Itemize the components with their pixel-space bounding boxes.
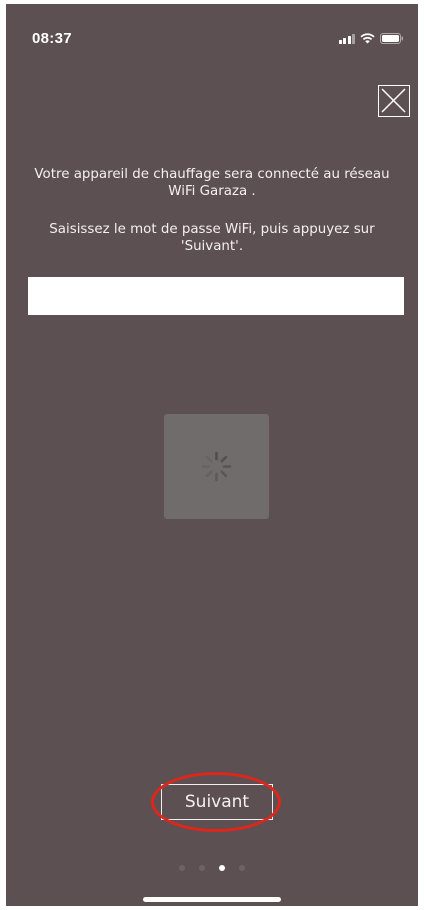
wifi-password-input[interactable] [28, 277, 404, 315]
status-bar: 08:37 [6, 4, 418, 48]
spinner-icon [201, 451, 232, 482]
battery-icon [380, 33, 404, 44]
status-icons [338, 30, 405, 44]
close-icon [381, 88, 406, 113]
next-button[interactable]: Suivant [161, 784, 273, 820]
status-time: 08:37 [32, 30, 72, 47]
instruction-message: Saisissez le mot de passe WiFi, puis app… [49, 222, 375, 254]
loading-indicator [164, 414, 269, 519]
page-dot [199, 865, 205, 871]
page-indicator [6, 865, 418, 871]
page-dot [179, 865, 185, 871]
app-screen: 08:37 Votre appareil de chauffage sera c… [6, 4, 418, 906]
home-indicator[interactable] [143, 897, 281, 902]
connection-message: Votre appareil de chauffage sera connect… [34, 167, 390, 199]
signal-icon [338, 33, 355, 44]
page-dot [219, 865, 225, 871]
page-dot [239, 865, 245, 871]
close-button[interactable] [378, 85, 410, 117]
wifi-icon [360, 33, 375, 44]
